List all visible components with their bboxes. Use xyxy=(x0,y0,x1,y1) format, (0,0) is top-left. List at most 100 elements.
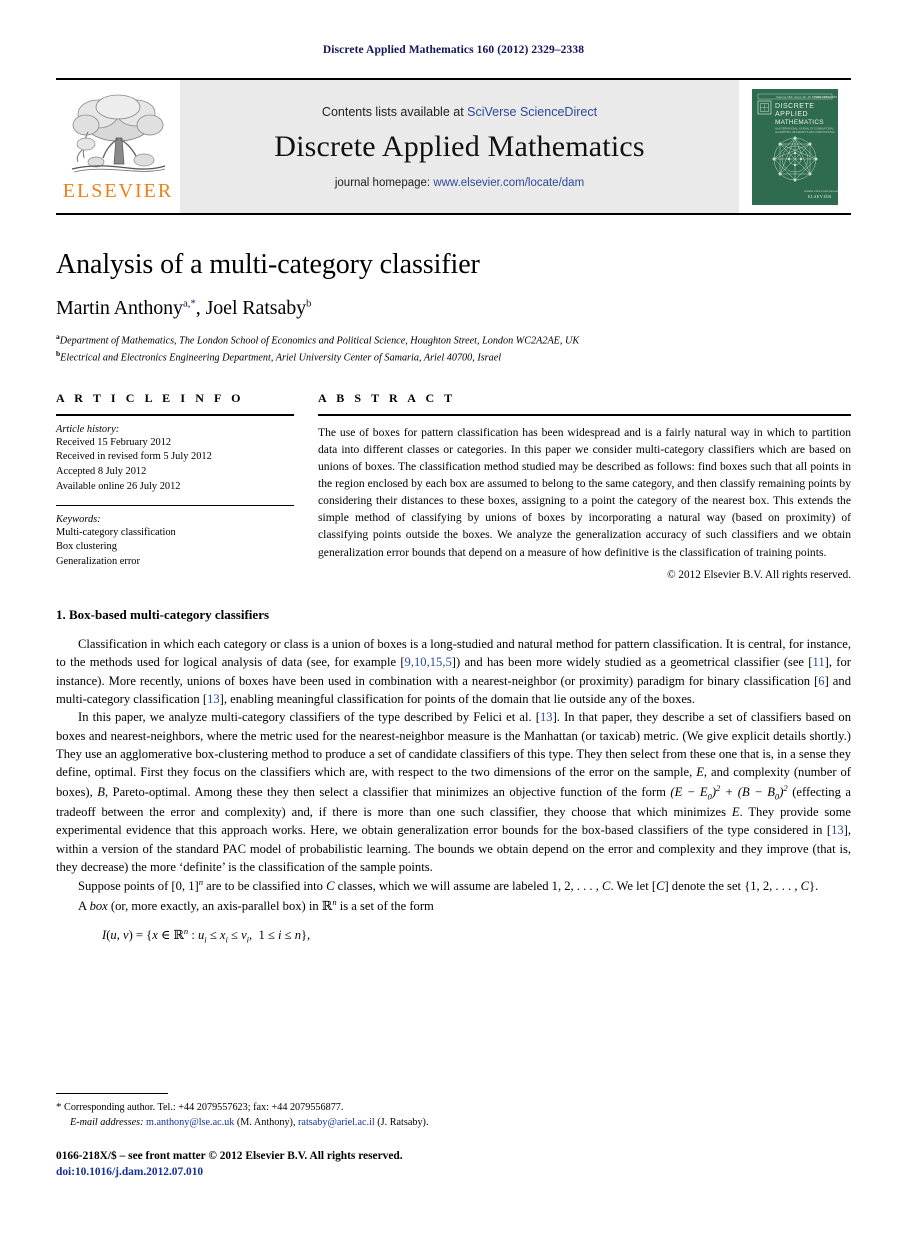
homepage-prefix: journal homepage: xyxy=(334,177,434,189)
paragraph-text: , Pareto-optimal. Among these they then … xyxy=(104,784,671,799)
author-separator: , xyxy=(195,297,206,320)
svg-text:ISSN 0166-218X: ISSN 0166-218X xyxy=(814,95,837,99)
article-history-label: Article history: xyxy=(56,423,120,435)
article-history-item: Received 15 February 2012 xyxy=(56,436,172,448)
svg-text:MATHEMATICS: MATHEMATICS xyxy=(775,119,824,126)
math-variable-C: C xyxy=(800,879,810,894)
paragraph-text: In this paper, we analyze multi-category… xyxy=(78,710,540,725)
article-title-block: Analysis of a multi-category classifier … xyxy=(56,249,851,367)
keywords-rule xyxy=(56,504,294,506)
svg-text:APPLIED: APPLIED xyxy=(775,111,808,118)
abstract-copyright: © 2012 Elsevier B.V. All rights reserved… xyxy=(667,568,851,581)
paragraph-text: (or, more exactly, an axis-parallel box)… xyxy=(107,899,322,914)
citation-link[interactable]: 11 xyxy=(813,655,825,669)
keyword-item: Box clustering xyxy=(56,541,117,553)
body-paragraph-3: Suppose points of [0, 1]n are to be clas… xyxy=(56,876,851,896)
citation-link[interactable]: 9,10,15,5 xyxy=(405,655,452,669)
issn-doi-block: 0166-218X/$ – see front matter © 2012 El… xyxy=(56,1148,851,1180)
email-note: E-mail addresses: m.anthony@lse.ac.uk (M… xyxy=(70,1117,429,1129)
article-body: 1. Box-based multi-category classifiers … xyxy=(56,607,851,947)
paragraph-text: is a set of the form xyxy=(336,899,434,914)
math-variable-E: E xyxy=(696,765,704,780)
author-name-0: Martin Anthony xyxy=(56,297,183,320)
affiliation-0: aDepartment of Mathematics, The London S… xyxy=(56,332,851,349)
email-owner-anthony: (M. Anthony) xyxy=(236,1117,293,1129)
affiliation-1: bElectrical and Electronics Engineering … xyxy=(56,349,851,366)
journal-cover-cell: Volume 160, Issue 16, 15 October 2012 IS… xyxy=(739,80,851,213)
svg-text:ALGORITHMS, INFORMATICS AND CO: ALGORITHMS, INFORMATICS AND COMPUTATIONA… xyxy=(775,130,836,133)
elsevier-tree-icon xyxy=(71,94,166,173)
journal-masthead: ELSEVIER Contents lists available at Sci… xyxy=(56,78,851,215)
corresponding-author-note: * Corresponding author. Tel.: +44 207955… xyxy=(56,1099,851,1116)
doi-link[interactable]: doi:10.1016/j.dam.2012.07.010 xyxy=(56,1164,851,1180)
author-marks-1[interactable]: b xyxy=(306,298,312,310)
abstract-label: A B S T R A C T xyxy=(318,390,456,405)
email-owner-ratsaby: (J. Ratsaby) xyxy=(377,1117,426,1129)
section-number: 1. xyxy=(56,606,66,622)
contents-prefix: Contents lists available at xyxy=(321,105,468,119)
contents-available-line: Contents lists available at SciVerse Sci… xyxy=(322,105,597,119)
running-head: Discrete Applied Mathematics 160 (2012) … xyxy=(322,44,585,56)
math-real-space: ℝn xyxy=(321,897,337,914)
math-variable-B: B xyxy=(97,784,105,799)
svg-text:DISCRETE: DISCRETE xyxy=(775,103,814,110)
article-info-label: A R T I C L E I N F O xyxy=(56,390,245,405)
article-info-rule xyxy=(56,413,294,416)
paragraph-text: are to be classified into xyxy=(202,879,327,894)
paragraph-text: . We let [ xyxy=(610,879,657,894)
journal-banner: Contents lists available at SciVerse Sci… xyxy=(180,80,739,213)
paragraph-text: Suppose points of [0, 1] xyxy=(78,879,199,894)
journal-homepage-line: journal homepage: www.elsevier.com/locat… xyxy=(335,177,584,189)
cover-artwork-icon: Volume 160, Issue 16, 15 October 2012 IS… xyxy=(752,88,838,205)
info-abstract-row: A R T I C L E I N F O Article history: R… xyxy=(56,391,851,581)
author-list: Martin Anthonya,*, Joel Ratsabyb xyxy=(56,297,851,320)
paragraph-text: ]) and has been more widely studied as a… xyxy=(451,655,813,670)
paper-page: Discrete Applied Mathematics 160 (2012) … xyxy=(0,0,907,1238)
elsevier-wordmark: ELSEVIER xyxy=(62,180,174,202)
author-name-1: Joel Ratsaby xyxy=(205,297,307,320)
affiliation-text-1: Electrical and Electronics Engineering D… xyxy=(60,352,502,364)
svg-text:Available online at www.scienc: Available online at www.sciencedirect.co… xyxy=(804,190,838,193)
math-variable-E: E xyxy=(731,804,740,819)
citation-link[interactable]: 13 xyxy=(831,823,844,837)
affiliation-text-0: Department of Mathematics, The London Sc… xyxy=(59,335,580,347)
keyword-item: Multi-category classification xyxy=(56,526,176,538)
email-link-anthony[interactable]: m.anthony@lse.ac.uk xyxy=(146,1117,234,1128)
abstract-rule xyxy=(318,413,851,416)
emphasis-box: box xyxy=(89,899,108,914)
body-paragraph-1: Classification in which each category or… xyxy=(56,635,851,709)
keyword-item: Generalization error xyxy=(56,556,140,568)
abstract-column: A B S T R A C T The use of boxes for pat… xyxy=(318,391,851,581)
corresponding-author-text: Corresponding author. Tel.: +44 20795576… xyxy=(64,1101,344,1113)
article-history-item: Received in revised form 5 July 2012 xyxy=(56,451,212,463)
paragraph-text: ] denote the set {1, 2, . . . , xyxy=(664,879,801,894)
paragraph-text: classes, which we will assume are labele… xyxy=(334,879,603,894)
email-addresses-label: E-mail addresses: xyxy=(70,1117,144,1129)
body-paragraph-4: A box (or, more exactly, an axis-paralle… xyxy=(56,896,851,916)
footnote-rule xyxy=(56,1092,168,1094)
display-equation: I(u, v) = {x ∈ ℝn : ui ≤ xi ≤ vi, 1 ≤ i … xyxy=(102,925,311,945)
section-heading-1: 1. Box-based multi-category classifiers xyxy=(56,607,851,623)
paragraph-text: A xyxy=(78,899,90,914)
page-footer: * Corresponding author. Tel.: +44 207955… xyxy=(56,1092,851,1180)
paragraph-text: ], enabling meaningful classification fo… xyxy=(219,691,695,706)
body-paragraph-2: In this paper, we analyze multi-category… xyxy=(56,708,851,876)
keywords-label: Keywords: xyxy=(56,513,101,525)
abstract-text: The use of boxes for pattern classificat… xyxy=(318,425,851,559)
svg-text:ELSEVIER: ELSEVIER xyxy=(808,194,832,199)
citation-link[interactable]: 13 xyxy=(540,710,553,724)
citation-link[interactable]: 13 xyxy=(207,692,220,706)
article-info-column: A R T I C L E I N F O Article history: R… xyxy=(56,391,294,581)
corresponding-author-star: * xyxy=(56,1100,62,1113)
sciencedirect-link[interactable]: SciVerse ScienceDirect xyxy=(467,105,597,119)
elsevier-logo: ELSEVIER xyxy=(56,80,180,213)
journal-homepage-link[interactable]: www.elsevier.com/locate/dam xyxy=(433,177,584,189)
inline-formula: (E − E0)2 + (B − B0)2 xyxy=(670,782,788,802)
article-history-item: Accepted 8 July 2012 xyxy=(56,466,147,478)
article-history-item: Available online 26 July 2012 xyxy=(56,480,181,492)
author-marks-0[interactable]: a,* xyxy=(183,298,196,310)
email-link-ratsaby[interactable]: ratsaby@ariel.ac.il xyxy=(298,1117,375,1128)
journal-cover-thumbnail[interactable]: Volume 160, Issue 16, 15 October 2012 IS… xyxy=(752,88,838,205)
section-title: Box-based multi-category classifiers xyxy=(69,606,270,622)
issn-copyright-line: 0166-218X/$ – see front matter © 2012 El… xyxy=(56,1149,403,1162)
